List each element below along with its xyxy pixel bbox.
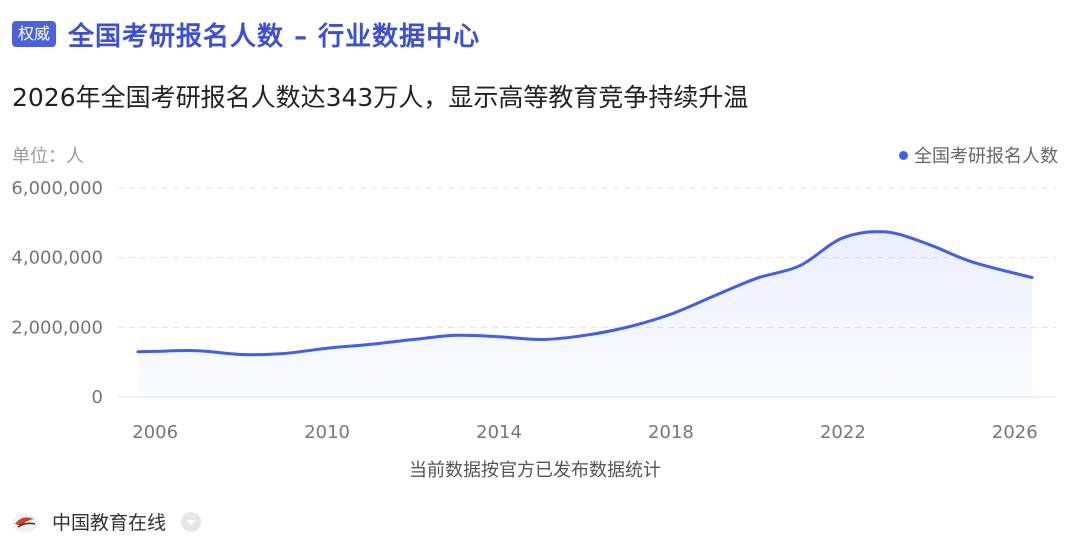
x-tick-label: 2014	[476, 422, 522, 443]
y-tick-label: 0	[92, 387, 103, 408]
data-point	[626, 325, 630, 329]
data-point	[798, 264, 802, 268]
x-tick-label: 2018	[648, 422, 694, 443]
y-tick-label: 4,000,000	[11, 248, 103, 269]
data-point	[540, 338, 544, 342]
data-note: 当前数据按官方已发布数据统计	[409, 460, 661, 481]
data-point	[1030, 276, 1034, 280]
y-tick-label: 6,000,000	[11, 178, 103, 199]
source-name[interactable]: 中国教育在线	[52, 508, 166, 535]
data-point	[368, 342, 372, 346]
x-tick-label: 2006	[132, 422, 178, 443]
source-footer[interactable]: 中国教育在线	[10, 508, 202, 535]
data-point	[411, 338, 415, 342]
data-point	[884, 230, 888, 234]
data-point	[669, 312, 673, 316]
data-point	[970, 260, 974, 264]
data-point	[196, 349, 200, 353]
data-point	[583, 333, 587, 337]
data-point	[325, 346, 329, 350]
data-point	[136, 350, 140, 354]
data-point	[755, 276, 759, 280]
x-tick-label: 2010	[304, 422, 350, 443]
data-point	[927, 242, 931, 246]
data-point	[153, 349, 157, 353]
y-tick-label: 2,000,000	[11, 317, 103, 338]
data-point	[239, 353, 243, 357]
data-point	[841, 236, 845, 240]
cernet-logo-icon	[12, 513, 38, 532]
x-tick-label: 2022	[820, 422, 866, 443]
data-point	[712, 294, 716, 298]
line-chart: 0 2,000,000 4,000,000 6,000,000 2006 2010 201…	[11, 178, 1056, 481]
x-tick-label: 2026	[992, 422, 1038, 443]
data-point	[497, 335, 501, 339]
chevron-down-icon[interactable]	[180, 511, 202, 533]
series-area	[138, 231, 1032, 397]
data-point	[282, 351, 286, 355]
data-point	[454, 333, 458, 337]
